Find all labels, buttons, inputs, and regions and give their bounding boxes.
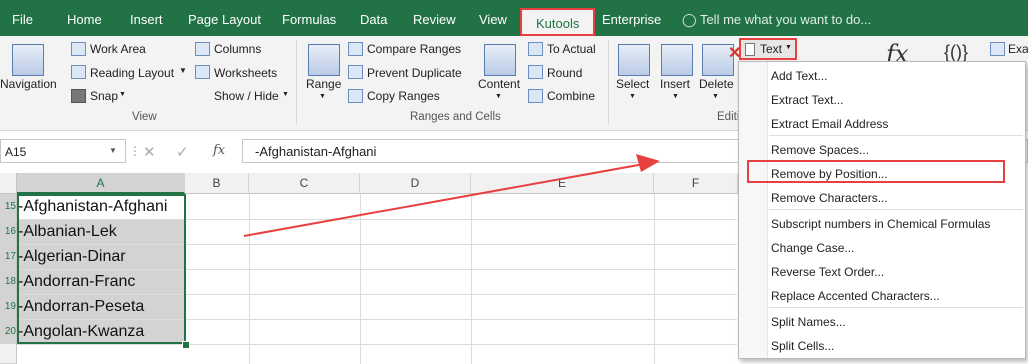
- menu-separator: [769, 209, 1023, 210]
- menu-separator: [769, 135, 1023, 136]
- menu-item-extract-email[interactable]: Extract Email Address: [771, 117, 888, 131]
- menu-separator: [769, 307, 1023, 308]
- menu-item-add-text[interactable]: Add Text...: [771, 69, 827, 83]
- menu-item-split-cells[interactable]: Split Cells...: [771, 339, 834, 353]
- menu-item-extract-text[interactable]: Extract Text...: [771, 93, 843, 107]
- menu-item-split-names[interactable]: Split Names...: [771, 315, 846, 329]
- menu-item-subscript-numbers[interactable]: Subscript numbers in Chemical Formulas: [771, 217, 990, 231]
- menu-item-remove-characters[interactable]: Remove Characters...: [771, 191, 888, 205]
- menu-item-replace-accented[interactable]: Replace Accented Characters...: [771, 289, 940, 303]
- highlight-box: [747, 160, 1005, 183]
- text-dropdown-menu: Add Text... Extract Text... Extract Emai…: [738, 61, 1026, 359]
- menu-item-remove-spaces[interactable]: Remove Spaces...: [771, 143, 869, 157]
- menu-gutter: [739, 62, 768, 358]
- menu-item-change-case[interactable]: Change Case...: [771, 241, 854, 255]
- menu-item-reverse-text-order[interactable]: Reverse Text Order...: [771, 265, 884, 279]
